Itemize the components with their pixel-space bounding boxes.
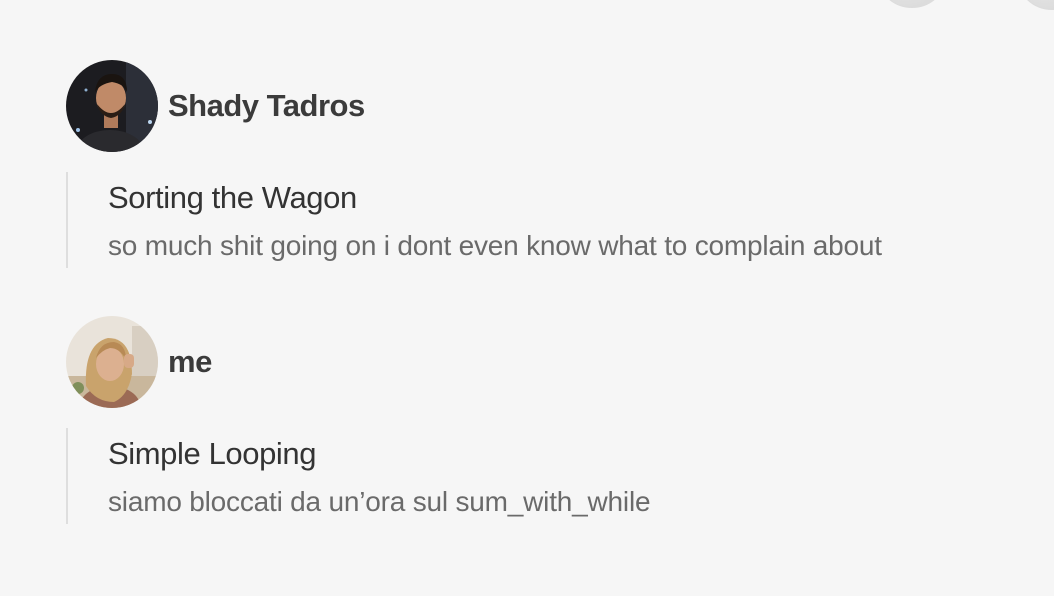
author-name[interactable]: me <box>168 344 212 380</box>
comment-author-row: Shady Tadros <box>66 60 1026 152</box>
partial-avatar[interactable] <box>876 0 948 8</box>
comment-feed: Shady Tadros Sorting the Wagon so much s… <box>66 60 1026 572</box>
user-avatar-icon <box>66 60 158 152</box>
comment-item: Shady Tadros Sorting the Wagon so much s… <box>66 60 1026 268</box>
user-avatar-icon <box>66 316 158 408</box>
comment-title[interactable]: Sorting the Wagon <box>108 178 1026 218</box>
author-name[interactable]: Shady Tadros <box>168 88 365 124</box>
comment-body: Sorting the Wagon so much shit going on … <box>66 172 1026 268</box>
avatar[interactable] <box>66 60 158 152</box>
comment-text: siamo bloccati da un’ora sul sum_with_wh… <box>108 486 651 517</box>
partial-avatar[interactable] <box>1016 0 1054 10</box>
avatar[interactable] <box>66 316 158 408</box>
comment-author-row: me <box>66 316 1026 408</box>
comment-text: so much shit going on i dont even know w… <box>108 230 882 261</box>
comment-title[interactable]: Simple Looping <box>108 434 1026 474</box>
comment-body: Simple Looping siamo bloccati da un’ora … <box>66 428 1026 524</box>
comment-item: me Simple Looping siamo bloccati da un’o… <box>66 316 1026 524</box>
